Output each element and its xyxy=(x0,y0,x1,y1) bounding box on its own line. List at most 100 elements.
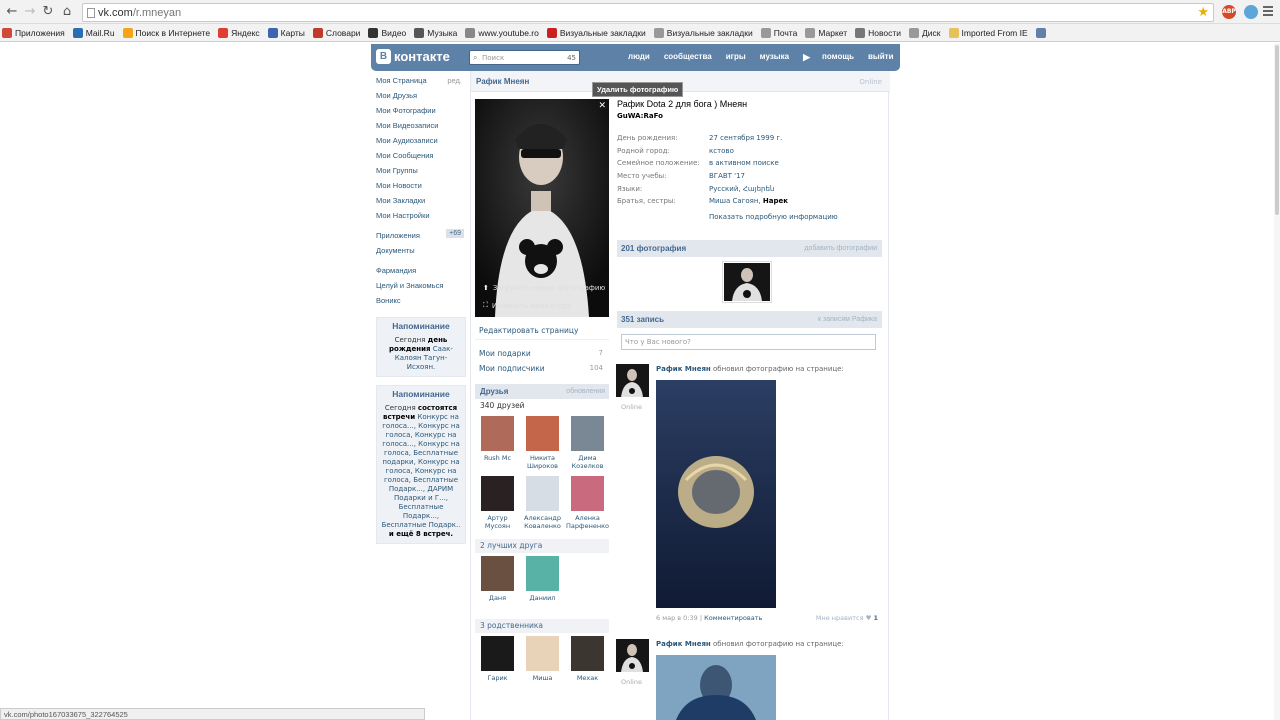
left-menu-item[interactable]: Мои Настройки xyxy=(376,211,466,226)
nav-music[interactable]: музыка xyxy=(760,52,789,63)
gifts-link[interactable]: Мои подарки 7 xyxy=(475,346,609,361)
bookmark-item[interactable]: Яндекс xyxy=(218,27,260,38)
edit-thumbnail-link[interactable]: ⛶ Изменить миниатюру xyxy=(483,301,572,310)
post-avatar[interactable] xyxy=(616,364,649,397)
close-icon[interactable]: ✕ xyxy=(598,101,606,111)
wall-link[interactable]: к записям Рафика xyxy=(818,311,877,328)
left-menu-game-3[interactable]: Воникс xyxy=(376,296,466,311)
forward-icon[interactable]: → xyxy=(22,4,38,20)
friend-name[interactable]: Аленка Парфененко xyxy=(565,514,610,533)
post-author-link[interactable]: Рафик Мнеян xyxy=(656,640,711,648)
bookmark-item[interactable]: Поиск в Интернете xyxy=(122,27,210,38)
left-menu-game-2[interactable]: Целуй и Знакомься xyxy=(376,281,466,296)
bookmark-item[interactable]: Imported From IE xyxy=(948,27,1028,38)
bookmark-item[interactable]: Карты xyxy=(267,27,305,38)
friend-item[interactable]: Аленка Парфененко xyxy=(565,476,610,533)
left-menu-docs[interactable]: Документы xyxy=(376,246,466,261)
friend-name[interactable]: Никита Широков xyxy=(520,454,565,473)
nav-logout[interactable]: выйти xyxy=(868,52,894,63)
bookmark-item[interactable]: Mail.Ru xyxy=(72,27,115,38)
info-value[interactable]: в активном поиске xyxy=(709,159,779,172)
left-menu-item[interactable]: Мои Видеозаписи xyxy=(376,121,466,136)
bookmark-item[interactable]: Приложения xyxy=(2,27,65,38)
bookmark-item[interactable]: Маркет xyxy=(805,27,847,38)
wall-header[interactable]: 351 запись к записям Рафика xyxy=(617,311,882,328)
back-icon[interactable]: ← xyxy=(4,4,20,20)
left-menu-item[interactable]: Мои Новости xyxy=(376,181,466,196)
friend-avatar[interactable] xyxy=(571,636,604,671)
photo-thumbnail[interactable] xyxy=(722,261,772,303)
friend-name[interactable]: Даня xyxy=(475,594,520,613)
post-author-link[interactable]: Рафик Мнеян xyxy=(656,365,711,373)
menu-icon[interactable] xyxy=(1263,6,1273,18)
subscribers-link[interactable]: Мои подписчики 104 xyxy=(475,361,609,376)
upload-photo-link[interactable]: ⬆ Загрузить новую фотографию xyxy=(483,284,605,292)
bookmark-item[interactable]: Видео xyxy=(368,27,406,38)
friend-name[interactable]: Гарик xyxy=(475,674,520,693)
friend-name[interactable]: Александр Коваленко xyxy=(520,514,565,533)
friend-avatar[interactable] xyxy=(526,416,559,451)
friend-name[interactable]: Rush Mc xyxy=(475,454,520,473)
profile-avatar[interactable]: ✕ ⬆ Загрузить новую фотографию ⛶ Изменить … xyxy=(475,99,609,317)
friend-item[interactable]: Миша xyxy=(520,636,565,693)
extension-icon[interactable] xyxy=(1244,5,1258,19)
photos-header[interactable]: 201 фотография добавить фотографии xyxy=(617,240,882,257)
info-value[interactable]: Миша Сагоян, Нарек xyxy=(709,197,788,210)
friend-avatar[interactable] xyxy=(526,636,559,671)
post-avatar[interactable] xyxy=(616,639,649,672)
bookmark-item[interactable]: Словари xyxy=(312,27,360,38)
edit-page-link[interactable]: Редактировать страницу xyxy=(475,322,609,340)
address-bar[interactable]: vk.com/r.mneyan ★ xyxy=(82,3,1214,22)
like-button[interactable]: Мне нравится ♥ 1 xyxy=(816,614,878,622)
bookmark-star-icon[interactable]: ★ xyxy=(1197,5,1209,20)
info-value-bold[interactable]: Нарек xyxy=(763,197,788,205)
friend-item[interactable]: Дима Козелков xyxy=(565,416,610,473)
friend-avatar[interactable] xyxy=(481,476,514,511)
friend-item[interactable]: Гарик xyxy=(475,636,520,693)
nav-games[interactable]: игры xyxy=(726,52,746,63)
left-menu-item[interactable]: Мои Сообщения xyxy=(376,151,466,166)
friend-item[interactable]: Rush Mc xyxy=(475,416,520,473)
friend-name[interactable]: Мехак xyxy=(565,674,610,693)
friends-header[interactable]: Друзья обновления xyxy=(475,384,609,399)
friend-avatar[interactable] xyxy=(526,476,559,511)
vk-logo[interactable]: В контакте xyxy=(376,49,450,64)
nav-help[interactable]: помощь xyxy=(822,52,854,63)
post-photo[interactable] xyxy=(656,655,776,720)
friend-avatar[interactable] xyxy=(481,636,514,671)
friend-name[interactable]: Миша xyxy=(520,674,565,693)
reminder-more[interactable]: и ещё 8 встреч. xyxy=(389,530,453,538)
left-menu-item[interactable]: Мои Группы xyxy=(376,166,466,181)
bookmark-item[interactable]: Визуальные закладки xyxy=(546,27,646,38)
bookmark-item[interactable]: Музыка xyxy=(414,27,457,38)
friend-name[interactable]: Дима Козелков xyxy=(565,454,610,473)
friend-item[interactable]: Никита Широков xyxy=(520,416,565,473)
friend-avatar[interactable] xyxy=(571,476,604,511)
new-post-input[interactable]: Что у Вас нового? xyxy=(621,334,876,350)
post-date[interactable]: 6 мар в 0:39 xyxy=(656,614,698,622)
post-photo[interactable] xyxy=(656,380,776,608)
left-menu-item[interactable]: Моя Страница ред. xyxy=(376,76,466,91)
info-value[interactable]: кстово xyxy=(709,147,734,160)
show-more-info-link[interactable]: Показать подробную информацию xyxy=(709,213,882,221)
left-menu-item[interactable]: Мои Аудиозаписи xyxy=(376,136,466,151)
nav-communities[interactable]: сообщества xyxy=(664,52,712,63)
profile-status[interactable]: GuWA:RaFo xyxy=(617,112,882,120)
info-value[interactable]: ВГАВТ '17 xyxy=(709,172,745,185)
adblock-icon[interactable]: ABP xyxy=(1222,5,1236,19)
scrollbar[interactable] xyxy=(1274,43,1280,720)
info-value[interactable]: 27 сентября 1999 г. xyxy=(709,134,782,147)
bookmark-item[interactable]: Почта xyxy=(760,27,797,38)
search-input[interactable]: ⌕ Поиск 45 xyxy=(469,50,580,65)
edit-link[interactable]: ред. xyxy=(447,76,462,85)
bookmark-item[interactable]: Диск xyxy=(909,27,941,38)
bookmark-item[interactable]: Визуальные закладки xyxy=(653,27,753,38)
left-menu-game-1[interactable]: Фармандия xyxy=(376,266,466,281)
friend-item[interactable]: Артур Мусоян xyxy=(475,476,520,533)
reload-icon[interactable]: ↻ xyxy=(40,4,56,20)
bookmark-item[interactable] xyxy=(1035,27,1049,38)
info-value[interactable]: Русский, Հայերեն xyxy=(709,185,774,198)
friend-item[interactable]: Александр Коваленко xyxy=(520,476,565,533)
friends-updates-link[interactable]: обновления xyxy=(566,384,605,399)
friend-name[interactable]: Артур Мусоян xyxy=(475,514,520,533)
